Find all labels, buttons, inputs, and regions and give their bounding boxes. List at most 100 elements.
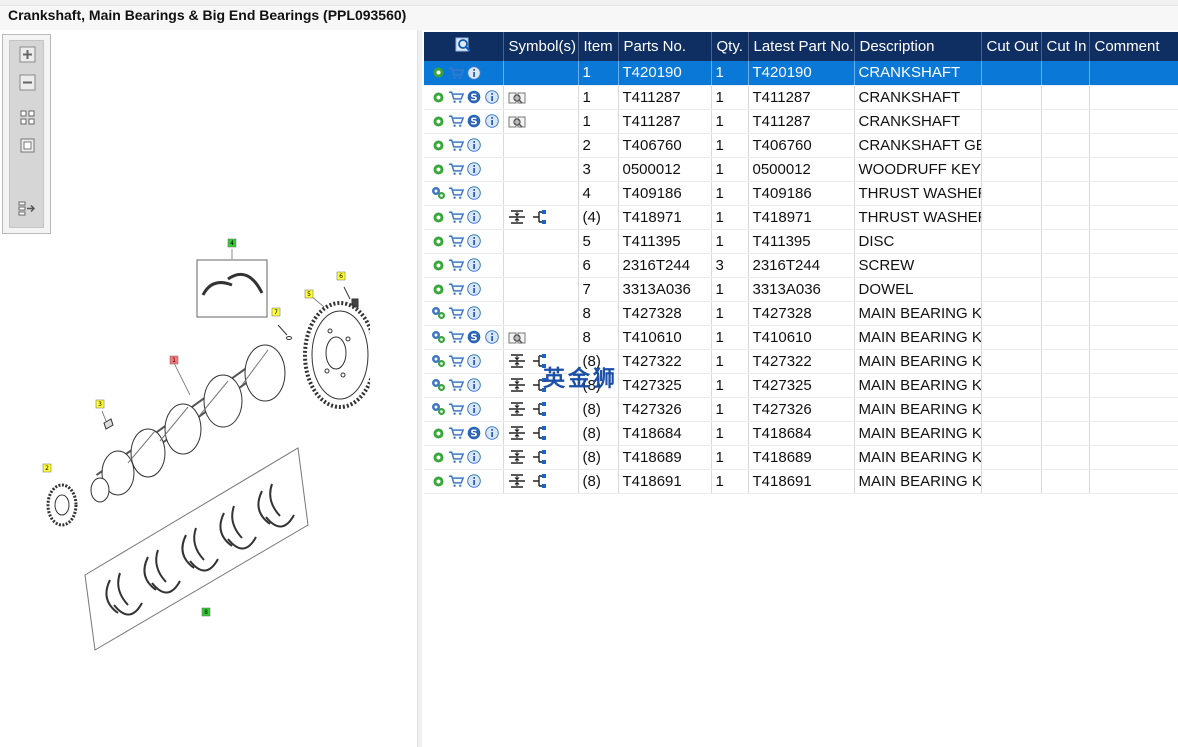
column-header-comment[interactable]: Comment [1089, 32, 1178, 61]
cart-icon[interactable] [448, 377, 464, 393]
info-icon[interactable] [466, 449, 482, 465]
gear-icon[interactable] [430, 161, 446, 177]
gears-icon[interactable] [430, 185, 446, 201]
tree-icon[interactable] [530, 401, 548, 417]
cart-icon[interactable] [448, 161, 464, 177]
info-icon[interactable] [466, 377, 482, 393]
table-row[interactable]: (8)T4186911T418691MAIN BEARING KIT [424, 469, 1178, 494]
gear-icon[interactable] [430, 113, 446, 129]
gear-icon[interactable] [430, 281, 446, 297]
info-icon[interactable] [466, 353, 482, 369]
tree-icon[interactable] [530, 449, 548, 465]
actual-size-icon[interactable] [18, 136, 37, 155]
column-header-parts-no[interactable]: Parts No. [618, 32, 712, 61]
gear-icon[interactable] [430, 209, 446, 225]
info-icon[interactable] [484, 113, 500, 129]
gear-icon[interactable] [430, 257, 446, 273]
supersession-icon[interactable]: S [466, 113, 482, 129]
cart-icon[interactable] [448, 425, 464, 441]
exploded-parts-diagram[interactable]: 4 6 5 7 1 3 2 8 [40, 235, 370, 655]
cart-icon[interactable] [448, 257, 464, 273]
column-header-qty[interactable]: Qty. [711, 32, 749, 61]
split-icon[interactable] [508, 473, 526, 489]
table-row[interactable]: 8T4273281T427328MAIN BEARING KIT [424, 301, 1178, 326]
cart-icon[interactable] [448, 449, 464, 465]
table-row[interactable]: S(8)T4186841T418684MAIN BEARING KIT [424, 421, 1178, 446]
table-row[interactable]: (8)T4186891T418689MAIN BEARING KIT [424, 445, 1178, 470]
column-header-actions[interactable] [424, 32, 504, 61]
cart-icon[interactable] [448, 113, 464, 129]
table-row[interactable]: 3 0500012 1 0500012 WOODRUFF KEY [424, 157, 1178, 182]
split-icon[interactable] [508, 377, 526, 393]
info-icon[interactable] [466, 161, 482, 177]
info-icon[interactable] [466, 401, 482, 417]
cart-icon[interactable] [448, 137, 464, 153]
info-icon[interactable] [466, 473, 482, 489]
info-icon[interactable] [466, 281, 482, 297]
table-row[interactable]: (8)T4273251T427325MAIN BEARING KIT [424, 373, 1178, 398]
info-icon[interactable] [466, 65, 482, 81]
gear-icon[interactable] [430, 65, 446, 81]
tree-icon[interactable] [530, 473, 548, 489]
table-row[interactable]: 5 T411395 1 T411395 DISC [424, 229, 1178, 254]
split-icon[interactable] [508, 353, 526, 369]
column-header-item[interactable]: Item [578, 32, 619, 61]
fit-page-icon[interactable] [18, 108, 37, 127]
gear-icon[interactable] [430, 89, 446, 105]
table-row[interactable]: (4) T418971 1 T418971 THRUST WASHER [424, 205, 1178, 230]
cart-icon[interactable] [448, 209, 464, 225]
cart-icon[interactable] [448, 65, 464, 81]
gears-icon[interactable] [430, 305, 446, 321]
split-icon[interactable] [508, 425, 526, 441]
info-icon[interactable] [466, 305, 482, 321]
table-row[interactable]: 2T4067601T406760CRANKSHAFT GEAR [424, 133, 1178, 158]
info-icon[interactable] [466, 233, 482, 249]
gear-icon[interactable] [430, 473, 446, 489]
table-row[interactable]: S 1 T411287 1 T411287 CRANKSHAFT [424, 85, 1178, 110]
info-icon[interactable] [466, 185, 482, 201]
cart-icon[interactable] [448, 305, 464, 321]
table-row[interactable]: S8T4106101T410610MAIN BEARING KIT [424, 325, 1178, 350]
cart-icon[interactable] [448, 353, 464, 369]
column-header-cut-in[interactable]: Cut In [1041, 32, 1090, 61]
table-row[interactable]: 7 3313A036 1 3313A036 DOWEL [424, 277, 1178, 302]
split-icon[interactable] [508, 209, 526, 225]
gears-icon[interactable] [430, 401, 446, 417]
supersession-icon[interactable]: S [466, 89, 482, 105]
cart-icon[interactable] [448, 473, 464, 489]
gears-icon[interactable] [430, 353, 446, 369]
split-icon[interactable] [508, 449, 526, 465]
supersession-icon[interactable]: S [466, 425, 482, 441]
table-row[interactable]: 6 2316T244 3 2316T244 SCREW [424, 253, 1178, 278]
tree-icon[interactable] [530, 425, 548, 441]
gear-icon[interactable] [430, 425, 446, 441]
table-row[interactable]: 4 T409186 1 T409186 THRUST WASHER [424, 181, 1178, 206]
info-icon[interactable] [484, 329, 500, 345]
column-header-cut-out[interactable]: Cut Out [981, 32, 1042, 61]
column-header-symbols[interactable]: Symbol(s) [503, 32, 579, 61]
table-row[interactable]: (8)T4273261T427326MAIN BEARING KIT [424, 397, 1178, 422]
cart-icon[interactable] [448, 281, 464, 297]
info-icon[interactable] [484, 89, 500, 105]
info-icon[interactable] [484, 425, 500, 441]
column-header-description[interactable]: Description [854, 32, 982, 61]
cart-icon[interactable] [448, 401, 464, 417]
info-icon[interactable] [466, 209, 482, 225]
cart-icon[interactable] [448, 233, 464, 249]
column-header-latest-part-no[interactable]: Latest Part No. [748, 32, 855, 61]
search-icon[interactable] [454, 36, 472, 54]
table-row[interactable]: (8)T4273221T427322MAIN BEARING KIT [424, 349, 1178, 374]
gear-icon[interactable] [430, 233, 446, 249]
zoom-in-icon[interactable] [18, 45, 37, 64]
zoom-out-icon[interactable] [18, 73, 37, 92]
gears-icon[interactable] [430, 329, 446, 345]
book-search-icon[interactable] [508, 113, 526, 129]
info-icon[interactable] [466, 257, 482, 273]
gears-icon[interactable] [430, 377, 446, 393]
table-row[interactable]: S 1 T411287 1 T411287 CRANKSHAFT [424, 109, 1178, 134]
cart-icon[interactable] [448, 329, 464, 345]
tree-icon[interactable] [530, 209, 548, 225]
cart-icon[interactable] [448, 185, 464, 201]
pane-splitter[interactable] [417, 30, 422, 747]
info-icon[interactable] [466, 137, 482, 153]
